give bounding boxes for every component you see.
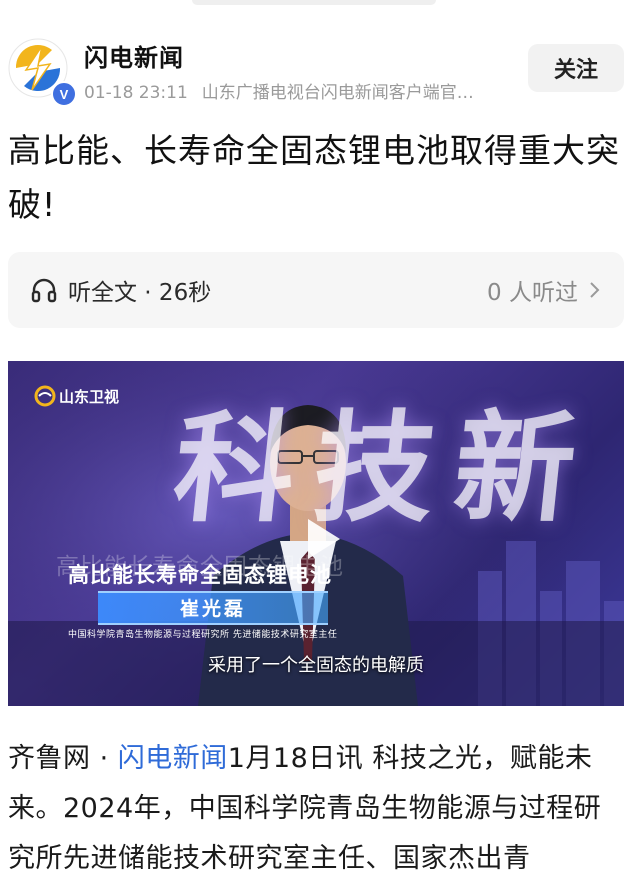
channel-logo-icon [34, 385, 56, 407]
article-meta: 01-18 23:11 山东广播电视台闪电新闻客户端官… [84, 78, 504, 103]
lower-third-name-bar: 崔光磊 [98, 591, 328, 625]
background-headline: 科技新 [167, 400, 603, 539]
author-name[interactable]: 闪电新闻 [84, 38, 184, 73]
person-name: 崔光磊 [179, 598, 246, 620]
article-header: V 闪电新闻 01-18 23:11 山东广播电视台闪电新闻客户端官… 关注 [0, 32, 628, 107]
headphones-icon [31, 278, 57, 303]
follow-button[interactable]: 关注 [528, 44, 624, 92]
video-player[interactable]: 科技新 山东卫视 高比能长寿命全固态锂电池 高比能长寿命全固态锂电池 崔光磊 中… [8, 361, 624, 706]
listen-label: 听全文 · 26秒 [68, 280, 212, 306]
article-body: 齐鲁网 · 闪电新闻1月18日讯 科技之光，赋能未来。2024年，中国科学院青岛… [8, 734, 624, 884]
source-link[interactable]: 闪电新闻 [118, 743, 228, 774]
source-label: 山东广播电视台闪电新闻客户端官… [201, 83, 474, 103]
body-prefix: 齐鲁网 · [8, 743, 118, 774]
channel-watermark: 山东卫视 [34, 385, 119, 407]
play-icon[interactable] [292, 511, 348, 567]
avatar[interactable]: V [8, 38, 77, 107]
listen-full-text-bar[interactable]: 听全文 · 26秒 0 人听过 [8, 252, 624, 328]
top-drag-indicator [192, 0, 436, 5]
listen-count: 0 人听过 [487, 280, 578, 306]
channel-name: 山东卫视 [59, 387, 120, 406]
verified-badge-icon: V [51, 81, 77, 107]
publish-time: 01-18 23:11 [84, 83, 188, 103]
chevron-right-icon [590, 282, 600, 298]
video-subtitle: 采用了一个全固态的电解质 [208, 655, 424, 676]
person-organization: 中国科学院青岛生物能源与过程研究所 先进储能技术研究室主任 [68, 630, 338, 640]
article-title: 高比能、长寿命全固态锂电池取得重大突破! [8, 131, 620, 224]
